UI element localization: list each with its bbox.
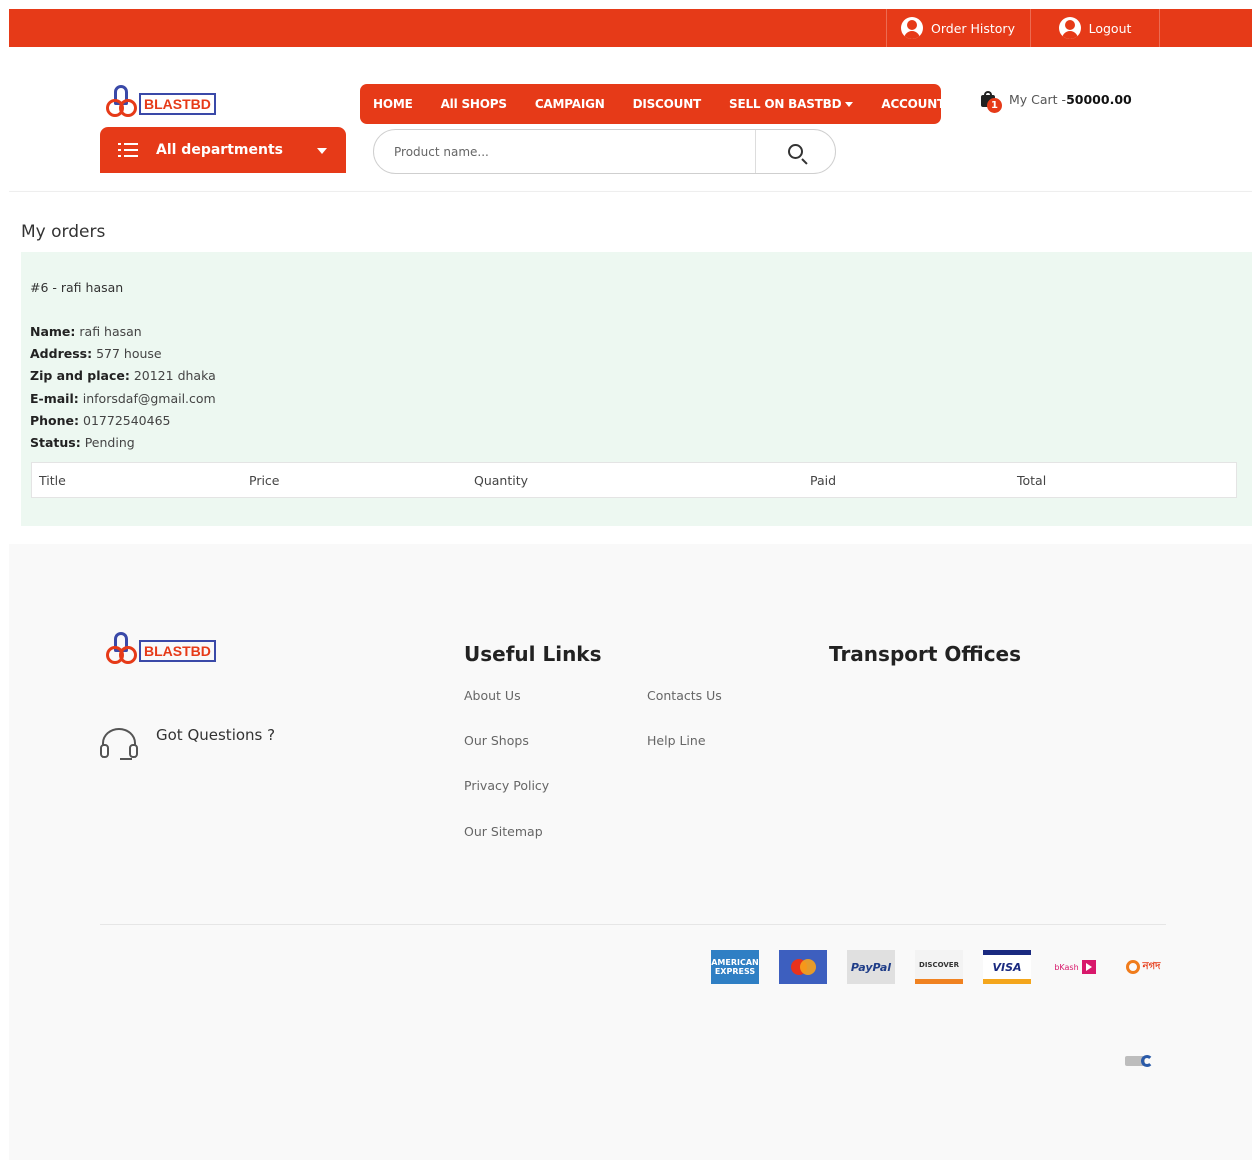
detail-value: 577 house — [96, 346, 162, 362]
order-history-link[interactable]: Order History — [886, 9, 1030, 47]
user-icon — [1058, 17, 1081, 39]
search-button[interactable] — [755, 130, 835, 173]
nav-item-discount[interactable]: DISCOUNT — [632, 97, 702, 111]
footer-link-contacts-us[interactable]: Contacts Us — [647, 688, 722, 703]
detail-row-name: Name: rafi hasan — [30, 321, 216, 343]
logo-text: BLASTBD — [139, 640, 216, 662]
chevron-down-icon — [317, 148, 327, 154]
detail-row-email: E-mail: inforsdaf@gmail.com — [30, 388, 216, 410]
nav-item-sell-on-bastbd[interactable]: SELL ON BASTBD — [729, 97, 854, 111]
detail-label: Zip and place: — [30, 368, 130, 384]
search-bar — [373, 129, 836, 174]
nagad-icon: নগদ — [1119, 950, 1167, 984]
search-input[interactable] — [394, 144, 749, 159]
order-heading: #6 - rafi hasan — [30, 280, 124, 295]
mastercard-icon — [779, 950, 827, 984]
logo-text: BLASTBD — [139, 93, 216, 115]
order-history-label: Order History — [931, 20, 1015, 36]
footer-link-help-line[interactable]: Help Line — [647, 733, 706, 748]
footer-link-about-us[interactable]: About Us — [464, 688, 521, 703]
dbbl-icon — [1119, 1044, 1159, 1078]
nav-item-accounts[interactable]: ACCOUNTS — [881, 97, 966, 111]
paypal-icon: PayPal — [847, 950, 895, 984]
nav-label: DISCOUNT — [632, 97, 702, 111]
detail-value: 01772540465 — [83, 412, 171, 428]
headset-icon — [100, 726, 138, 766]
all-departments-button[interactable]: All departments — [100, 127, 346, 173]
caret-down-icon — [957, 101, 966, 107]
table-header-title: Title — [39, 473, 66, 488]
transport-offices-heading: Transport Offices — [829, 642, 1022, 666]
footer-link-privacy-policy[interactable]: Privacy Policy — [464, 778, 549, 793]
footer-divider — [100, 924, 1166, 925]
footer-logo[interactable]: BLASTBD — [105, 632, 216, 670]
logo-mark — [105, 632, 141, 670]
bkash-icon: bKash — [1051, 950, 1099, 984]
nagad-label: নগদ — [1142, 960, 1161, 972]
order-items-table: Title Price Quantity Paid Total — [31, 462, 1237, 498]
logo-mark — [105, 85, 141, 123]
detail-row-zip: Zip and place: 20121 dhaka — [30, 365, 216, 387]
order-details: Name: rafi hasan Address: 577 house Zip … — [30, 321, 216, 454]
page-title: My orders — [21, 222, 106, 242]
detail-value: rafi hasan — [79, 324, 142, 339]
cart-label: My Cart - — [1009, 91, 1067, 107]
page: Order History Logout BLASTBD All departm… — [9, 9, 1252, 1160]
detail-row-address: Address: 577 house — [30, 343, 216, 365]
detail-label: E-mail: — [30, 390, 79, 406]
nav-item-campaign[interactable]: CAMPAIGN — [535, 97, 605, 111]
nav-label: HOME — [373, 97, 413, 111]
logout-link[interactable]: Logout — [1030, 9, 1160, 47]
all-departments-label: All departments — [156, 142, 283, 158]
top-bar: Order History Logout — [9, 9, 1252, 47]
detail-label: Phone: — [30, 412, 80, 428]
visa-icon: VISA — [983, 950, 1031, 984]
detail-value: 20121 dhaka — [133, 368, 216, 384]
detail-label: Address: — [30, 346, 93, 362]
nav-label: ACCOUNTS — [881, 97, 954, 111]
got-questions-text: Got Questions ? — [156, 726, 276, 744]
main-nav: HOME All SHOPS CAMPAIGN DISCOUNT SELL ON… — [360, 84, 966, 124]
detail-label: Status: — [30, 435, 81, 451]
orders-section: My orders #6 - rafi hasan Name: rafi has… — [9, 192, 1252, 544]
list-icon — [118, 143, 138, 157]
detail-label: Name: — [30, 324, 76, 339]
cart-widget[interactable]: 1 My Cart - 50000.00 — [981, 91, 1132, 113]
nav-label: All SHOPS — [440, 97, 507, 111]
useful-links-heading: Useful Links — [464, 642, 602, 666]
footer-link-our-shops[interactable]: Our Shops — [464, 733, 529, 748]
nav-item-all-shops[interactable]: All SHOPS — [441, 97, 507, 111]
user-icon — [901, 17, 923, 39]
table-header-paid: Paid — [810, 473, 837, 488]
logout-label: Logout — [1088, 20, 1132, 36]
order-card: #6 - rafi hasan Name: rafi hasan Address… — [21, 252, 1252, 526]
header: BLASTBD All departments HOME All SHOPS C… — [9, 47, 1252, 192]
status-value: Pending — [84, 435, 135, 451]
search-icon — [788, 144, 803, 159]
detail-row-status: Status: Pending — [30, 432, 216, 454]
footer: BLASTBD Got Questions ? Useful Links Abo… — [9, 544, 1252, 1160]
detail-value: inforsdaf@gmail.com — [82, 390, 216, 406]
caret-down-icon — [845, 101, 854, 107]
amex-icon: AMERICAN EXPRESS — [711, 950, 759, 984]
site-logo[interactable]: BLASTBD — [105, 85, 216, 123]
shopping-bag-icon: 1 — [981, 91, 1002, 113]
nav-label: CAMPAIGN — [534, 97, 605, 111]
bkash-label: bKash — [1054, 962, 1079, 972]
cart-amount: 50000.00 — [1066, 91, 1132, 107]
detail-row-phone: Phone: 01772540465 — [30, 410, 216, 432]
nav-item-home[interactable]: HOME — [373, 97, 413, 111]
footer-link-our-sitemap[interactable]: Our Sitemap — [464, 824, 543, 839]
cart-count-badge: 1 — [987, 98, 1002, 113]
nav-label: SELL ON BASTBD — [729, 97, 842, 111]
got-questions: Got Questions ? — [100, 726, 275, 766]
table-header-quantity: Quantity — [474, 473, 529, 488]
table-header-total: Total — [1017, 473, 1047, 488]
discover-icon: DISCOVER — [915, 950, 963, 984]
table-header-price: Price — [249, 473, 280, 488]
